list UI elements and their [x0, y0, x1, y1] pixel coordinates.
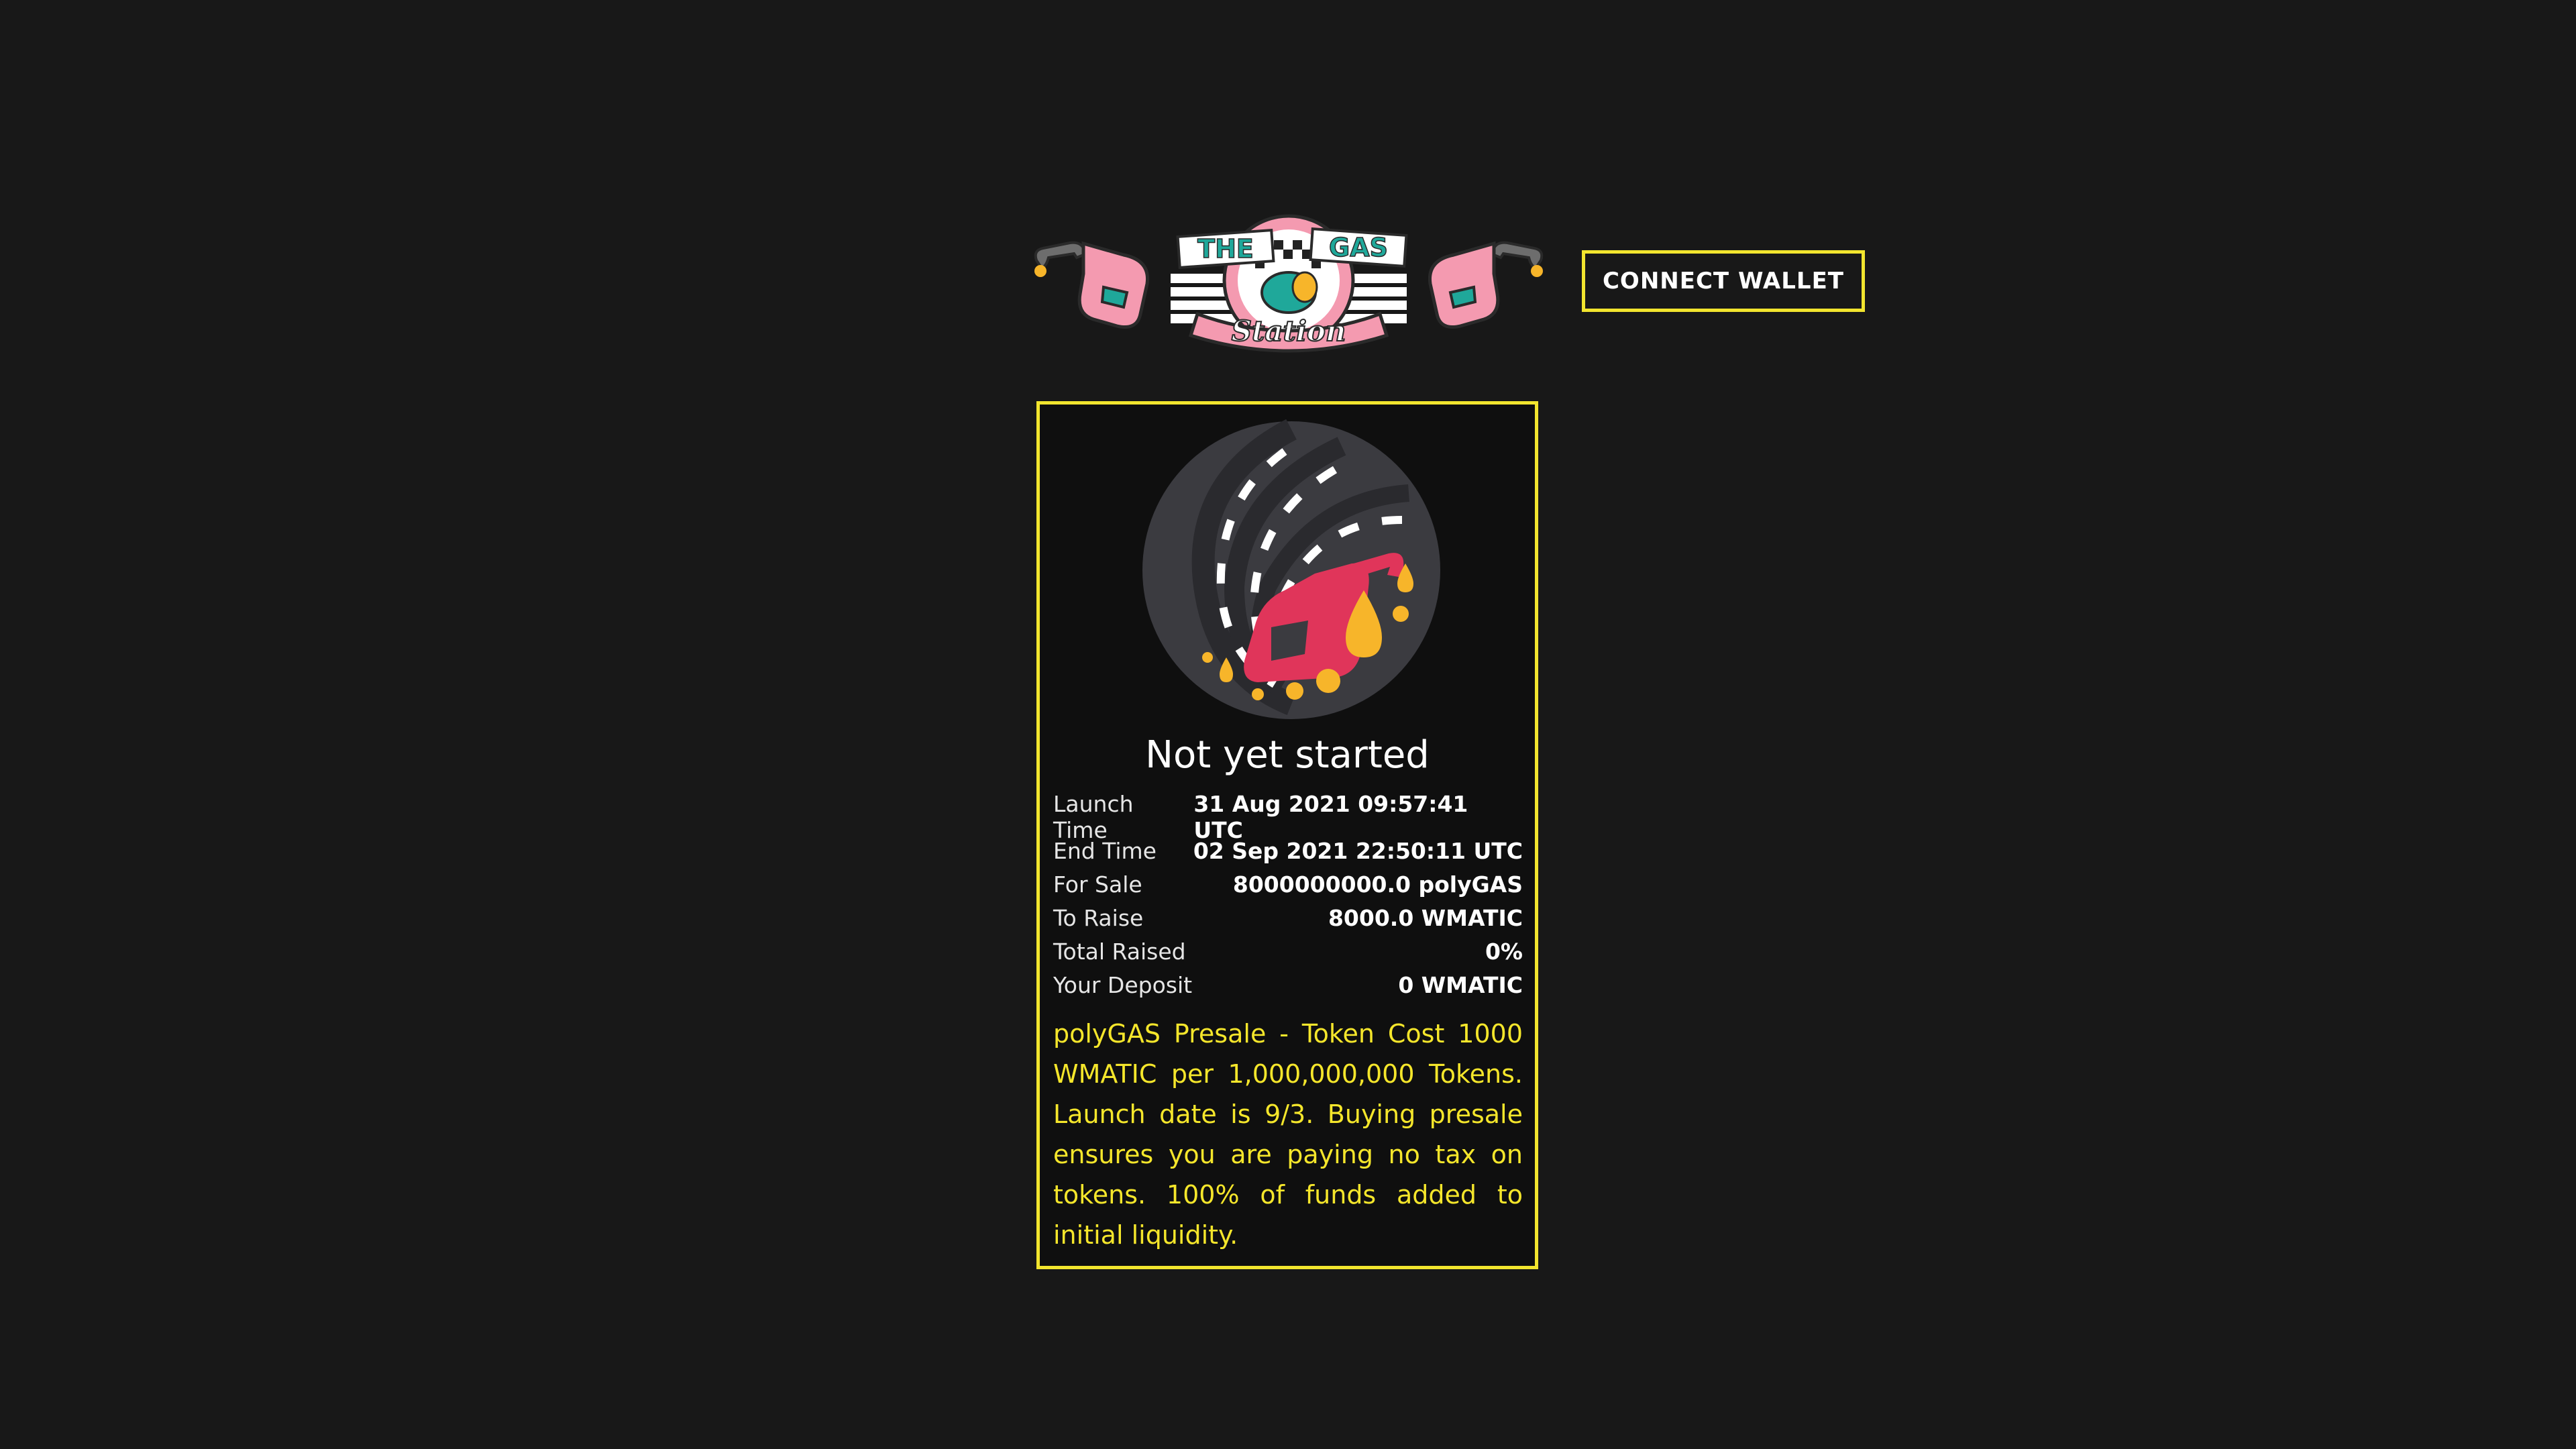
info-row-total-raised: Total Raised 0%	[1053, 934, 1523, 968]
info-value: 31 Aug 2021 09:57:41 UTC	[1193, 791, 1468, 843]
presale-info-table: Launch Time 31 Aug 2021 09:57:41 UTC End…	[1053, 791, 1523, 1002]
presale-card: Not yet started Launch Time 31 Aug 2021 …	[1036, 401, 1538, 1269]
info-value: 0%	[1485, 938, 1523, 965]
right-nozzle-icon	[1428, 241, 1544, 329]
presale-status: Not yet started	[1145, 733, 1430, 777]
svg-text:THE: THE	[1197, 234, 1254, 264]
svg-text:GAS: GAS	[1329, 233, 1388, 262]
info-label: To Raise	[1053, 904, 1144, 931]
info-row-your-deposit: Your Deposit 0 WMATIC	[1053, 968, 1523, 1002]
gas-station-logo: THE GAS Station	[1034, 214, 1544, 353]
page: THE GAS Station CONNECT WALLET Not yet s…	[0, 0, 2576, 1449]
info-value: 02 Sep 2021 22:50:11 UTC	[1193, 837, 1523, 864]
info-row-launch-time: Launch Time 31 Aug 2021 09:57:41 UTC	[1053, 791, 1523, 843]
info-row-end-time: End Time 02 Sep 2021 22:50:11 UTC	[1053, 834, 1523, 867]
info-label: Your Deposit	[1053, 971, 1193, 998]
info-row-for-sale: For Sale 8000000000.0 polyGAS	[1053, 867, 1523, 901]
info-value: 8000000000.0 polyGAS	[1232, 871, 1523, 898]
info-label: End Time	[1053, 837, 1157, 864]
info-value: 0 WMATIC	[1398, 971, 1523, 998]
polygas-token-icon	[1142, 419, 1440, 719]
presale-description: polyGAS Presale - Token Cost 1000 WMATIC…	[1053, 1019, 1523, 1250]
connect-wallet-button[interactable]: CONNECT WALLET	[1582, 250, 1865, 312]
info-label: Launch Time	[1053, 791, 1134, 843]
info-label: For Sale	[1053, 871, 1142, 898]
left-nozzle-icon	[1034, 241, 1150, 329]
info-label: Total Raised	[1053, 938, 1186, 965]
info-row-to-raise: To Raise 8000.0 WMATIC	[1053, 901, 1523, 934]
info-value: 8000.0 WMATIC	[1328, 904, 1523, 931]
svg-text:Station: Station	[1232, 315, 1346, 347]
